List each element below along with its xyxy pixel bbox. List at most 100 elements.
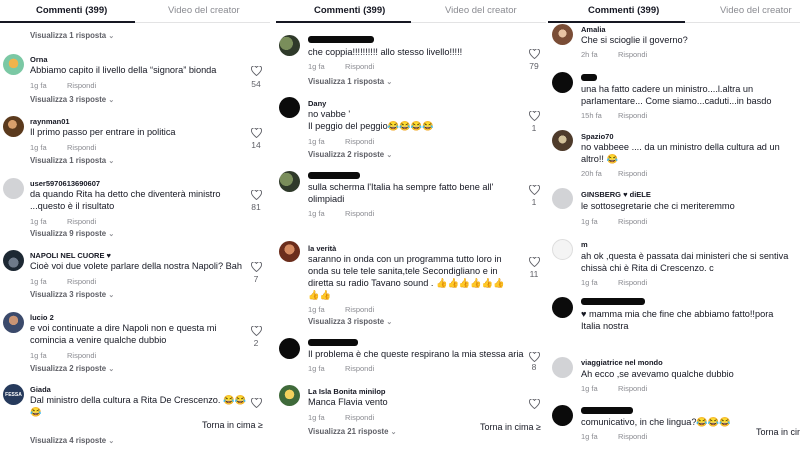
reply-button[interactable]: Rispondi xyxy=(67,81,96,90)
view-replies[interactable]: Visualizza 3 risposte ⌄ xyxy=(308,317,392,326)
reply-button[interactable]: Rispondi xyxy=(618,169,647,178)
comments-panel-3: Commenti (399) Video del creator Amalia … xyxy=(548,0,800,450)
comment-author[interactable]: user5970613690607 xyxy=(30,179,100,188)
tab-comments[interactable]: Commenti (399) xyxy=(314,5,385,16)
avatar[interactable] xyxy=(552,24,573,45)
comment-text-line: olimpiadi xyxy=(308,194,345,204)
comment-time: 1g fa xyxy=(30,143,47,152)
avatar[interactable] xyxy=(279,385,300,406)
avatar[interactable] xyxy=(279,241,300,262)
avatar[interactable] xyxy=(552,239,573,260)
comment-author[interactable]: la verità xyxy=(308,244,336,253)
heart-icon[interactable] xyxy=(529,49,540,59)
reply-button[interactable]: Rispondi xyxy=(618,278,647,287)
avatar[interactable] xyxy=(552,357,573,378)
avatar[interactable] xyxy=(552,405,573,426)
comment-author[interactable]: Spazio70 xyxy=(581,132,614,141)
comment-time: 2h fa xyxy=(581,50,598,59)
tab-creator-videos[interactable]: Video del creator xyxy=(168,5,240,16)
like-count: 81 xyxy=(251,202,261,212)
tab-creator-videos[interactable]: Video del creator xyxy=(445,5,517,16)
view-replies[interactable]: Visualizza 2 risposte ⌄ xyxy=(30,364,114,373)
avatar[interactable] xyxy=(279,97,300,118)
avatar[interactable] xyxy=(3,178,24,199)
heart-icon[interactable] xyxy=(529,185,540,195)
view-replies[interactable]: Visualizza 21 risposte ⌄ xyxy=(308,427,397,436)
comment-author[interactable]: Dany xyxy=(308,99,326,108)
heart-icon[interactable] xyxy=(529,352,540,362)
avatar[interactable] xyxy=(552,297,573,318)
heart-icon[interactable] xyxy=(251,66,262,76)
reply-button[interactable]: Rispondi xyxy=(345,364,374,373)
avatar[interactable] xyxy=(3,54,24,75)
back-to-top-button[interactable]: Torna in cima xyxy=(752,425,800,439)
back-to-top-button[interactable]: Torna in cima ≥ xyxy=(198,418,267,432)
heart-icon[interactable] xyxy=(529,257,540,267)
comment-text: Dal ministro della cultura a Rita De Cre… xyxy=(30,395,246,405)
reply-button[interactable]: Rispondi xyxy=(345,62,374,71)
reply-button[interactable]: Rispondi xyxy=(67,277,96,286)
reply-button[interactable]: Rispondi xyxy=(67,351,96,360)
reply-button[interactable]: Rispondi xyxy=(618,111,647,120)
heart-icon[interactable] xyxy=(251,190,262,200)
avatar[interactable] xyxy=(552,72,573,93)
reply-button[interactable]: Rispondi xyxy=(67,217,96,226)
heart-icon[interactable] xyxy=(251,326,262,336)
avatar[interactable] xyxy=(279,338,300,359)
heart-icon[interactable] xyxy=(529,111,540,121)
heart-icon[interactable] xyxy=(529,399,540,409)
reply-button[interactable]: Rispondi xyxy=(618,432,647,441)
comment-time: 1g fa xyxy=(581,217,598,226)
view-replies[interactable]: Visualizza 3 risposte ⌄ xyxy=(30,290,114,299)
heart-icon[interactable] xyxy=(251,128,262,138)
comment-author[interactable]: raynman01 xyxy=(30,117,70,126)
view-replies[interactable]: Visualizza 9 risposte ⌄ xyxy=(30,229,114,238)
avatar[interactable] xyxy=(3,250,24,271)
view-replies[interactable]: Visualizza 3 risposte ⌄ xyxy=(30,95,114,104)
comment-author[interactable]: viaggiatrice nel mondo xyxy=(581,358,663,367)
comment-author[interactable]: Giada xyxy=(30,385,51,394)
reply-button[interactable]: Rispondi xyxy=(67,143,96,152)
heart-icon[interactable] xyxy=(251,398,262,408)
redacted-author xyxy=(308,172,360,179)
tab-comments[interactable]: Commenti (399) xyxy=(36,5,107,16)
view-replies[interactable]: Visualizza 1 risposta ⌄ xyxy=(30,156,114,165)
avatar[interactable]: FESSA xyxy=(3,384,24,405)
comment-author[interactable]: lucio 2 xyxy=(30,313,54,322)
reply-button[interactable]: Rispondi xyxy=(618,384,647,393)
view-replies[interactable]: Visualizza 2 risposte ⌄ xyxy=(308,150,392,159)
comment-text: una ha fatto cadere un ministro....l.alt… xyxy=(581,84,754,94)
view-replies[interactable]: Visualizza 1 risposta ⌄ xyxy=(30,31,114,40)
comment-time: 1g fa xyxy=(308,305,325,314)
tab-comments[interactable]: Commenti (399) xyxy=(588,5,659,16)
avatar[interactable] xyxy=(279,35,300,56)
reply-button[interactable]: Rispondi xyxy=(618,50,647,59)
comment-author[interactable]: GINSBERG ♥ diELE xyxy=(581,190,651,199)
comments-panel-2: Commenti (399) Video del creator che cop… xyxy=(276,0,546,450)
reply-button[interactable]: Rispondi xyxy=(345,305,374,314)
comment-time: 1g fa xyxy=(30,217,47,226)
tab-bar: Commenti (399) Video del creator xyxy=(548,0,800,23)
view-replies[interactable]: Visualizza 4 risposte ⌄ xyxy=(30,436,114,445)
heart-icon[interactable] xyxy=(251,262,262,272)
reply-button[interactable]: Rispondi xyxy=(618,217,647,226)
avatar[interactable] xyxy=(3,116,24,137)
avatar[interactable] xyxy=(552,188,573,209)
like-count: 14 xyxy=(251,140,261,150)
view-replies[interactable]: Visualizza 1 risposta ⌄ xyxy=(308,77,392,86)
reply-button[interactable]: Rispondi xyxy=(345,209,374,218)
comment-author[interactable]: Orna xyxy=(30,55,48,64)
comment-author[interactable]: La Isla Bonita minilop xyxy=(308,387,386,396)
tab-creator-videos[interactable]: Video del creator xyxy=(720,5,792,16)
avatar[interactable] xyxy=(552,130,573,151)
comment-author[interactable]: m xyxy=(581,240,588,249)
tab-bar: Commenti (399) Video del creator xyxy=(0,0,270,23)
back-to-top-button[interactable]: Torna in cima ≥ xyxy=(476,420,545,434)
reply-button[interactable]: Rispondi xyxy=(345,137,374,146)
comment-time: 1g fa xyxy=(30,81,47,90)
avatar[interactable] xyxy=(279,171,300,192)
avatar[interactable] xyxy=(3,312,24,333)
reply-button[interactable]: Rispondi xyxy=(345,413,374,422)
comment-author[interactable]: Amalia xyxy=(581,25,606,34)
comment-author[interactable]: NAPOLI NEL CUORE ♥ xyxy=(30,251,111,260)
